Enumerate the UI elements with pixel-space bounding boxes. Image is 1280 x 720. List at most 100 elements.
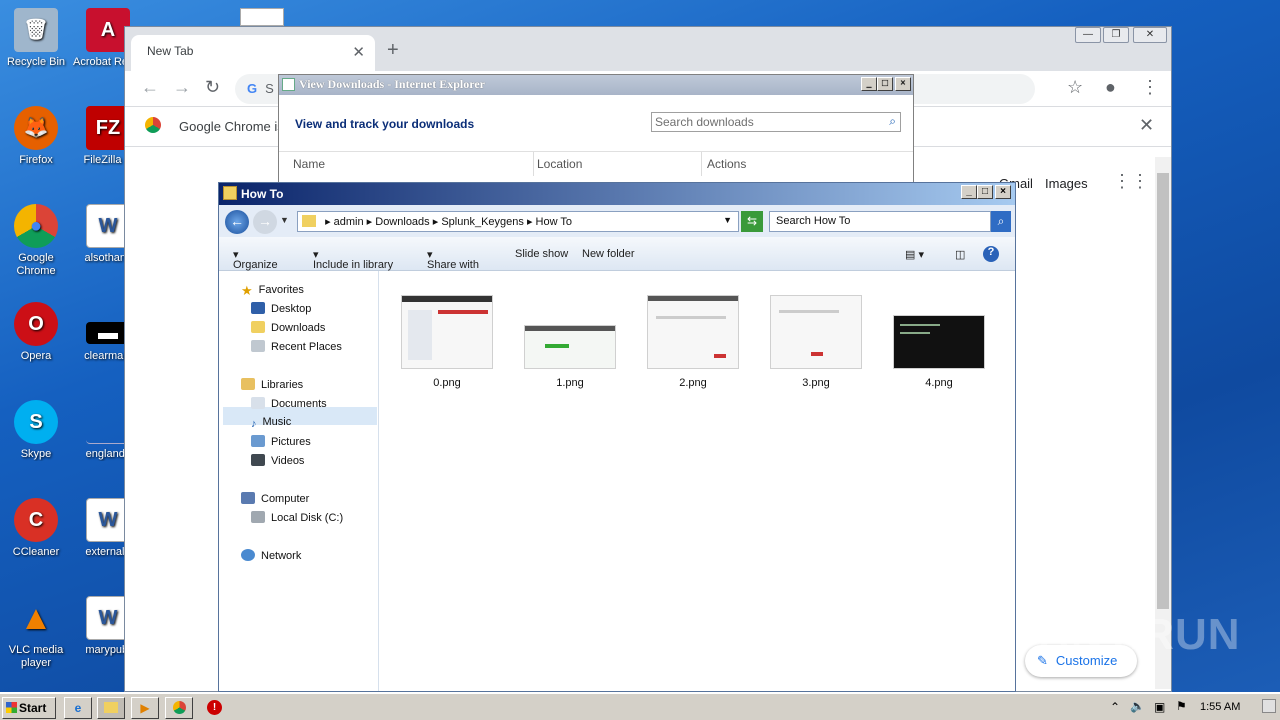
organize-menu[interactable]: Organize ▾ xyxy=(233,248,278,271)
minimize-button[interactable]: _ xyxy=(961,185,977,199)
help-icon[interactable]: ? xyxy=(983,246,999,262)
nav-pictures[interactable]: Pictures xyxy=(251,435,311,448)
new-folder-button[interactable]: New folder xyxy=(582,248,635,260)
clock[interactable]: 1:55 AM xyxy=(1200,701,1240,713)
star-icon: ★ xyxy=(241,283,253,298)
maximize-button[interactable]: □ xyxy=(977,185,993,199)
show-desktop-button[interactable] xyxy=(1262,699,1276,713)
scrollbar-thumb[interactable] xyxy=(1157,173,1169,609)
file-item[interactable]: 4.png xyxy=(889,295,989,389)
folder-icon xyxy=(302,215,316,227)
opera-icon[interactable]: O Opera xyxy=(1,302,71,363)
chrome-taskbar-icon[interactable] xyxy=(165,697,193,719)
firefox-icon[interactable]: 🦊 Firefox xyxy=(1,106,71,167)
file-item[interactable]: 2.png xyxy=(643,295,743,389)
history-dropdown-icon[interactable]: ▼ xyxy=(280,215,289,225)
column-location[interactable]: Location xyxy=(537,157,582,171)
close-button[interactable]: × xyxy=(995,185,1011,199)
nav-local-disk[interactable]: Local Disk (C:) xyxy=(251,511,343,524)
breadcrumb-downloads[interactable]: Downloads xyxy=(375,216,429,228)
nav-videos[interactable]: Videos xyxy=(251,454,304,467)
breadcrumb-admin[interactable]: admin xyxy=(334,216,364,228)
tab-title: New Tab xyxy=(147,44,194,58)
nav-libraries[interactable]: Libraries xyxy=(241,378,303,391)
preview-pane-icon[interactable]: ◫ xyxy=(955,248,965,261)
close-info-bar-icon[interactable]: ✕ xyxy=(1139,115,1154,136)
forward-arrow-icon[interactable]: → xyxy=(173,77,191,98)
nav-music[interactable]: ♪ Music xyxy=(251,416,291,430)
minimize-button[interactable]: _ xyxy=(861,77,877,91)
close-tab-icon[interactable]: ✕ xyxy=(352,43,365,61)
maximize-button[interactable]: □ xyxy=(877,77,893,91)
change-view-icon[interactable]: ▤ ▾ xyxy=(905,248,924,261)
media-player-taskbar-icon[interactable]: ▶ xyxy=(131,697,159,719)
desktop-doc-partial-icon xyxy=(240,8,284,26)
disk-icon xyxy=(251,511,265,523)
file-item[interactable]: 1.png xyxy=(520,295,620,389)
chrome-tab-strip: New Tab ✕ + — ❐ ✕ xyxy=(125,27,1171,71)
menu-icon[interactable]: ⋮ xyxy=(1141,77,1159,98)
google-g-icon: G xyxy=(247,81,258,96)
images-link[interactable]: Images xyxy=(1045,176,1088,191)
share-with-menu[interactable]: Share with ▾ xyxy=(427,248,479,271)
skype-icon[interactable]: S Skype xyxy=(1,400,71,461)
back-arrow-icon[interactable]: ← xyxy=(141,77,159,98)
vlc-cone-icon: ▲ xyxy=(19,598,53,637)
network-tray-icon[interactable]: ▣ xyxy=(1154,700,1165,714)
minimize-button[interactable]: — xyxy=(1075,27,1101,43)
column-name[interactable]: Name xyxy=(293,157,325,171)
search-icon[interactable]: ⌕ xyxy=(889,114,896,129)
close-button[interactable]: × xyxy=(895,77,911,91)
volume-icon[interactable]: 🔈 xyxy=(1130,699,1145,713)
breadcrumb-splunk-keygens[interactable]: Splunk_Keygens xyxy=(441,216,524,228)
column-divider xyxy=(533,152,534,176)
search-input[interactable]: Search How To xyxy=(769,211,991,232)
slide-show-button[interactable]: Slide show xyxy=(515,248,568,260)
ie-title-bar: View Downloads - Internet Explorer _ □ × xyxy=(279,75,913,95)
google-chrome-icon[interactable]: ● Google Chrome xyxy=(1,204,71,278)
ie-taskbar-icon[interactable]: e xyxy=(64,697,92,719)
nav-documents[interactable]: Documents xyxy=(251,397,327,410)
breadcrumb-how-to[interactable]: How To xyxy=(536,216,572,228)
windows-logo-icon xyxy=(6,702,17,713)
nav-favorites[interactable]: ★ Favorites xyxy=(241,283,304,298)
libraries-icon xyxy=(241,378,255,390)
search-icon[interactable]: ⌕ xyxy=(991,211,1011,232)
tab-new-tab[interactable]: New Tab ✕ xyxy=(131,35,375,71)
reload-icon[interactable]: ↻ xyxy=(205,77,220,98)
nav-computer[interactable]: Computer xyxy=(241,492,309,505)
search-downloads-input[interactable]: Search downloads ⌕ xyxy=(651,112,901,132)
show-hidden-icons-icon[interactable]: ⌃ xyxy=(1110,700,1120,714)
file-item[interactable]: 0.png xyxy=(397,295,497,389)
maximize-button[interactable]: ❐ xyxy=(1103,27,1129,43)
action-center-flag-icon[interactable]: ⚑ xyxy=(1176,699,1187,713)
refresh-icon[interactable]: ⇆ xyxy=(741,211,763,232)
vlc-icon[interactable]: ▲ VLC media player xyxy=(1,596,71,670)
thumbnail-icon xyxy=(893,315,985,369)
address-dropdown-icon[interactable]: ▼ xyxy=(723,215,732,225)
include-in-library-menu[interactable]: Include in library ▾ xyxy=(313,248,393,271)
watermark: ANY.RUN xyxy=(1038,610,1241,659)
stop-icon[interactable]: ! xyxy=(207,700,222,715)
back-button[interactable]: ← xyxy=(225,210,249,234)
bookmark-star-icon[interactable]: ☆ xyxy=(1067,77,1083,98)
profile-icon[interactable]: ● xyxy=(1105,77,1116,98)
explorer-window: How To _ □ × ← → ▼ ▸ admin ▸ Downloads ▸… xyxy=(218,182,1016,692)
nav-network[interactable]: Network xyxy=(241,549,301,562)
ccleaner-icon[interactable]: C CCleaner xyxy=(1,498,71,559)
desktop-icon xyxy=(251,302,265,314)
explorer-taskbar-icon[interactable] xyxy=(97,697,125,719)
breadcrumb[interactable]: ▸ admin ▸ Downloads ▸ Splunk_Keygens ▸ H… xyxy=(297,211,739,232)
close-button[interactable]: ✕ xyxy=(1133,27,1167,43)
nav-downloads[interactable]: Downloads xyxy=(251,321,325,334)
apps-grid-icon[interactable]: ⋮⋮ xyxy=(1113,171,1149,192)
nav-desktop[interactable]: Desktop xyxy=(251,302,311,315)
new-tab-button[interactable]: + xyxy=(387,39,399,62)
start-button[interactable]: Start xyxy=(2,697,56,719)
recycle-bin-icon[interactable]: 🗑 Recycle Bin xyxy=(1,8,71,69)
nav-recent-places[interactable]: Recent Places xyxy=(251,340,342,353)
forward-button[interactable]: → xyxy=(253,210,277,234)
file-item[interactable]: 3.png xyxy=(766,295,866,389)
chrome-logo-icon: ● xyxy=(14,204,58,248)
column-actions[interactable]: Actions xyxy=(707,157,746,171)
